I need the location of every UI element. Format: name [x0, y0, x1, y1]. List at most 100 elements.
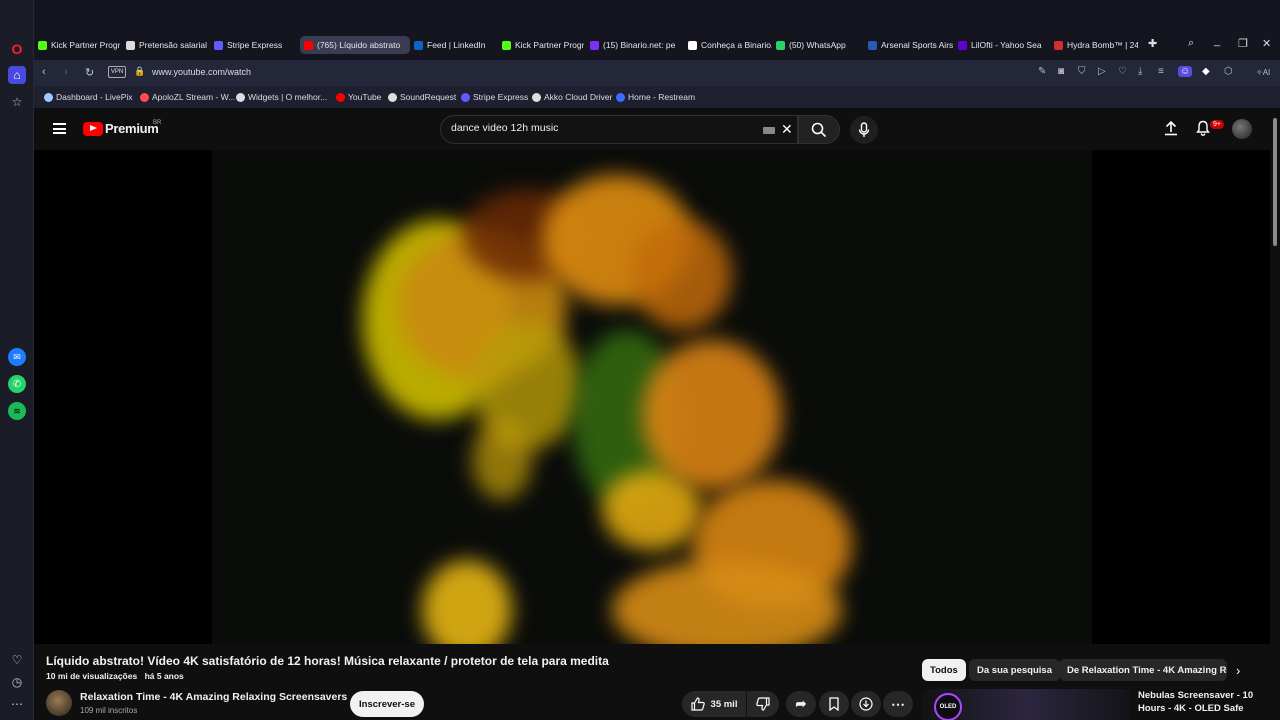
tab-3[interactable]: Stripe Express — [214, 36, 292, 54]
share-button[interactable]: ➦ — [786, 691, 816, 717]
ai-label: AI — [1262, 68, 1271, 77]
tab-favicon-icon — [958, 40, 967, 50]
like-button[interactable]: 35 mil — [682, 691, 746, 717]
hamburger-menu-icon[interactable] — [53, 123, 66, 134]
voice-search-button[interactable] — [850, 116, 878, 144]
extension-icon[interactable]: ◆ — [1202, 66, 1210, 77]
save-button[interactable] — [819, 691, 849, 717]
scrollbar-thumb[interactable] — [1273, 118, 1277, 246]
bookmark-favicon-icon — [616, 92, 625, 102]
search-box[interactable]: ✕ — [440, 115, 798, 144]
messenger-icon[interactable]: ✉ — [8, 348, 26, 366]
lock-icon: 🔒 — [134, 66, 146, 76]
star-icon[interactable]: ☆ — [8, 93, 26, 111]
aria-icon: ✧ — [1256, 68, 1263, 77]
tab-11[interactable]: LilOfti - Yahoo Sea — [958, 36, 1048, 54]
video-player[interactable] — [34, 150, 1270, 644]
youtube-premium-logo[interactable]: Premium BR — [83, 120, 161, 136]
opera-logo-icon[interactable]: O — [8, 40, 26, 58]
home-icon[interactable]: ⌂ — [8, 66, 26, 84]
profile-icon[interactable]: ☺ — [1178, 66, 1193, 77]
back-icon[interactable]: ‹ — [42, 66, 46, 78]
tab-favicon-icon — [214, 40, 223, 50]
chip-all[interactable]: Todos — [922, 659, 966, 681]
mic-icon — [858, 122, 870, 137]
search-button[interactable] — [798, 115, 840, 144]
tab-favicon-icon — [502, 40, 511, 50]
vpn-badge[interactable]: VPN — [108, 66, 126, 78]
tab-favicon-icon — [688, 40, 697, 50]
edit-icon[interactable]: ✎ — [1038, 66, 1046, 77]
search-icon — [811, 122, 827, 137]
video-meta: 10 mi de visualizações há 5 anos — [46, 671, 189, 681]
minimize-icon[interactable]: _ — [1214, 35, 1220, 47]
clear-search-icon[interactable]: ✕ — [781, 121, 793, 138]
tab-10[interactable]: Arsenal Sports Airs — [868, 36, 954, 54]
box-icon[interactable]: ⬡ — [1224, 66, 1233, 77]
keyboard-icon[interactable] — [763, 127, 775, 134]
recommendation-title[interactable]: Nebulas Screensaver - 10 Hours - 4K - OL… — [1138, 689, 1266, 715]
video-frame[interactable] — [212, 150, 1092, 644]
chip-from-search[interactable]: Da sua pesquisa — [969, 659, 1060, 681]
heart-icon[interactable]: ♡ — [8, 651, 26, 669]
account-avatar[interactable] — [1232, 119, 1252, 139]
bookmark-item[interactable]: Widgets | O melhor... — [236, 92, 327, 102]
bookmark-item[interactable]: YouTube — [336, 92, 381, 102]
tab-5[interactable]: Feed | LinkedIn — [414, 36, 496, 54]
reload-icon[interactable]: ↻ — [85, 66, 94, 79]
download-icon[interactable]: ⤓ — [1138, 66, 1142, 77]
tab-label: (15) Binario.net: pe — [603, 40, 676, 50]
bookmark-item[interactable]: SoundRequest — [388, 92, 456, 102]
recommendation-thumbnail[interactable]: OLED SAFE — [922, 689, 1130, 720]
more-horizontal-icon: ⋯ — [891, 695, 905, 712]
tab-favicon-icon — [126, 40, 135, 50]
tab-label: LilOfti - Yahoo Sea — [971, 40, 1042, 50]
upload-icon[interactable] — [1164, 120, 1178, 141]
tab-7[interactable]: (15) Binario.net: pe — [590, 36, 682, 54]
new-tab-icon[interactable]: ✚ — [1148, 37, 1157, 50]
whatsapp-icon[interactable]: ✆ — [8, 375, 26, 393]
heart-bm-icon[interactable]: ♡ — [1118, 66, 1127, 77]
dislike-button[interactable] — [747, 691, 779, 717]
tab-6[interactable]: Kick Partner Progra — [502, 36, 584, 54]
tab-favicon-icon — [590, 40, 599, 50]
tab-9[interactable]: (50) WhatsApp — [776, 36, 862, 54]
page-scrollbar[interactable] — [1270, 110, 1280, 720]
more-icon[interactable]: ⋯ — [8, 695, 26, 713]
tab-4[interactable]: (765) Líquido abstrato — [300, 36, 410, 54]
tab-2[interactable]: Pretensão salarial S — [126, 36, 208, 54]
search-input[interactable] — [451, 122, 751, 134]
tab-search-icon[interactable]: ⌕ — [1188, 37, 1194, 50]
bookmark-item[interactable]: Stripe Express — [461, 92, 528, 102]
channel-name[interactable]: Relaxation Time - 4K Amazing Relaxing Sc… — [80, 691, 347, 703]
channel-avatar[interactable] — [46, 690, 72, 716]
ai-button[interactable]: ✧AI — [1256, 68, 1270, 77]
bookmark-item[interactable]: Dashboard - LivePix — [44, 92, 133, 102]
tab-12[interactable]: Hydra Bomb™ | 24 — [1054, 36, 1138, 54]
bookmark-favicon-icon — [236, 92, 245, 102]
bookmark-label: Home - Restream — [628, 92, 696, 102]
notifications-icon[interactable] — [1196, 120, 1210, 141]
bookmark-item[interactable]: Akko Cloud Driver — [532, 92, 613, 102]
subscribe-button[interactable]: Inscrever-se — [350, 691, 424, 717]
restore-icon[interactable]: ❐ — [1238, 37, 1248, 50]
tab-1[interactable]: Kick Partner Progra — [38, 36, 120, 54]
player-icon[interactable]: ▷ — [1098, 66, 1106, 77]
download-button[interactable] — [851, 691, 881, 717]
chevron-right-icon[interactable]: › — [1236, 663, 1240, 678]
camera-icon[interactable]: ◙ — [1058, 66, 1064, 77]
more-actions-button[interactable]: ⋯ — [883, 691, 913, 717]
spotify-icon[interactable]: ≋ — [8, 402, 26, 420]
close-window-icon[interactable]: ✕ — [1262, 37, 1271, 50]
oled-safe-badge: OLED SAFE — [934, 693, 962, 720]
shield-icon[interactable]: ⛉ — [1078, 66, 1086, 77]
chip-from-channel[interactable]: De Relaxation Time - 4K Amazing Relaxing — [1059, 659, 1227, 681]
forward-icon[interactable]: › — [64, 66, 68, 78]
tab-8[interactable]: Conheça a Binario. — [688, 36, 772, 54]
menu-lines-icon[interactable]: ≡ — [1158, 66, 1164, 77]
bookmark-item[interactable]: Home - Restream — [616, 92, 695, 102]
bookmark-item[interactable]: ApoloZL Stream - W... — [140, 92, 235, 102]
url-field[interactable]: www.youtube.com/watch — [152, 67, 251, 77]
history-icon[interactable]: ◷ — [8, 673, 26, 691]
video-title: Líquido abstrato! Vídeo 4K satisfatório … — [46, 654, 609, 668]
